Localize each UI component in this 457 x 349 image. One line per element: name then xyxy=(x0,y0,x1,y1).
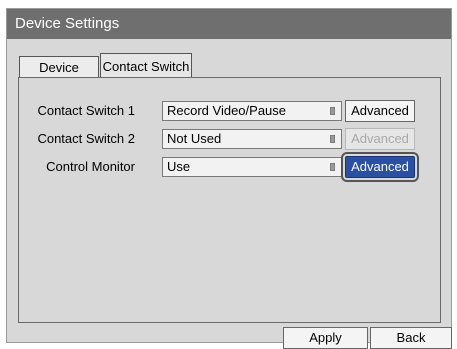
window-title: Device Settings xyxy=(7,9,451,39)
dropdown-caret-icon xyxy=(330,107,335,115)
contact-switch-1-label: Contact Switch 1 xyxy=(37,103,135,118)
contact-switch-2-label: Contact Switch 2 xyxy=(37,131,135,146)
contact-switch-2-advanced-button: Advanced xyxy=(345,128,415,150)
contact-switch-1-dropdown[interactable]: Record Video/Pause xyxy=(162,101,342,121)
control-monitor-label: Control Monitor xyxy=(46,159,135,174)
control-monitor-advanced-button[interactable]: Advanced xyxy=(341,152,419,182)
contact-switch-1-advanced-button[interactable]: Advanced xyxy=(345,100,415,122)
contact-switch-2-dropdown[interactable]: Not Used xyxy=(162,129,342,149)
contact-switch-2-value: Not Used xyxy=(167,131,222,146)
dropdown-caret-icon xyxy=(330,163,335,171)
tab-contact-switch[interactable]: Contact Switch xyxy=(100,53,192,78)
apply-button[interactable]: Apply xyxy=(283,327,368,349)
back-button[interactable]: Back xyxy=(370,327,452,349)
control-monitor-value: Use xyxy=(167,159,191,174)
dropdown-caret-icon xyxy=(330,135,335,143)
contact-switch-panel: Contact Switch 1 Record Video/Pause Adva… xyxy=(18,77,441,323)
tab-device[interactable]: Device xyxy=(19,56,99,78)
control-monitor-dropdown[interactable]: Use xyxy=(162,157,342,177)
device-settings-window: Device Settings Device Contact Switch Co… xyxy=(6,8,452,349)
contact-switch-1-value: Record Video/Pause xyxy=(167,103,287,118)
